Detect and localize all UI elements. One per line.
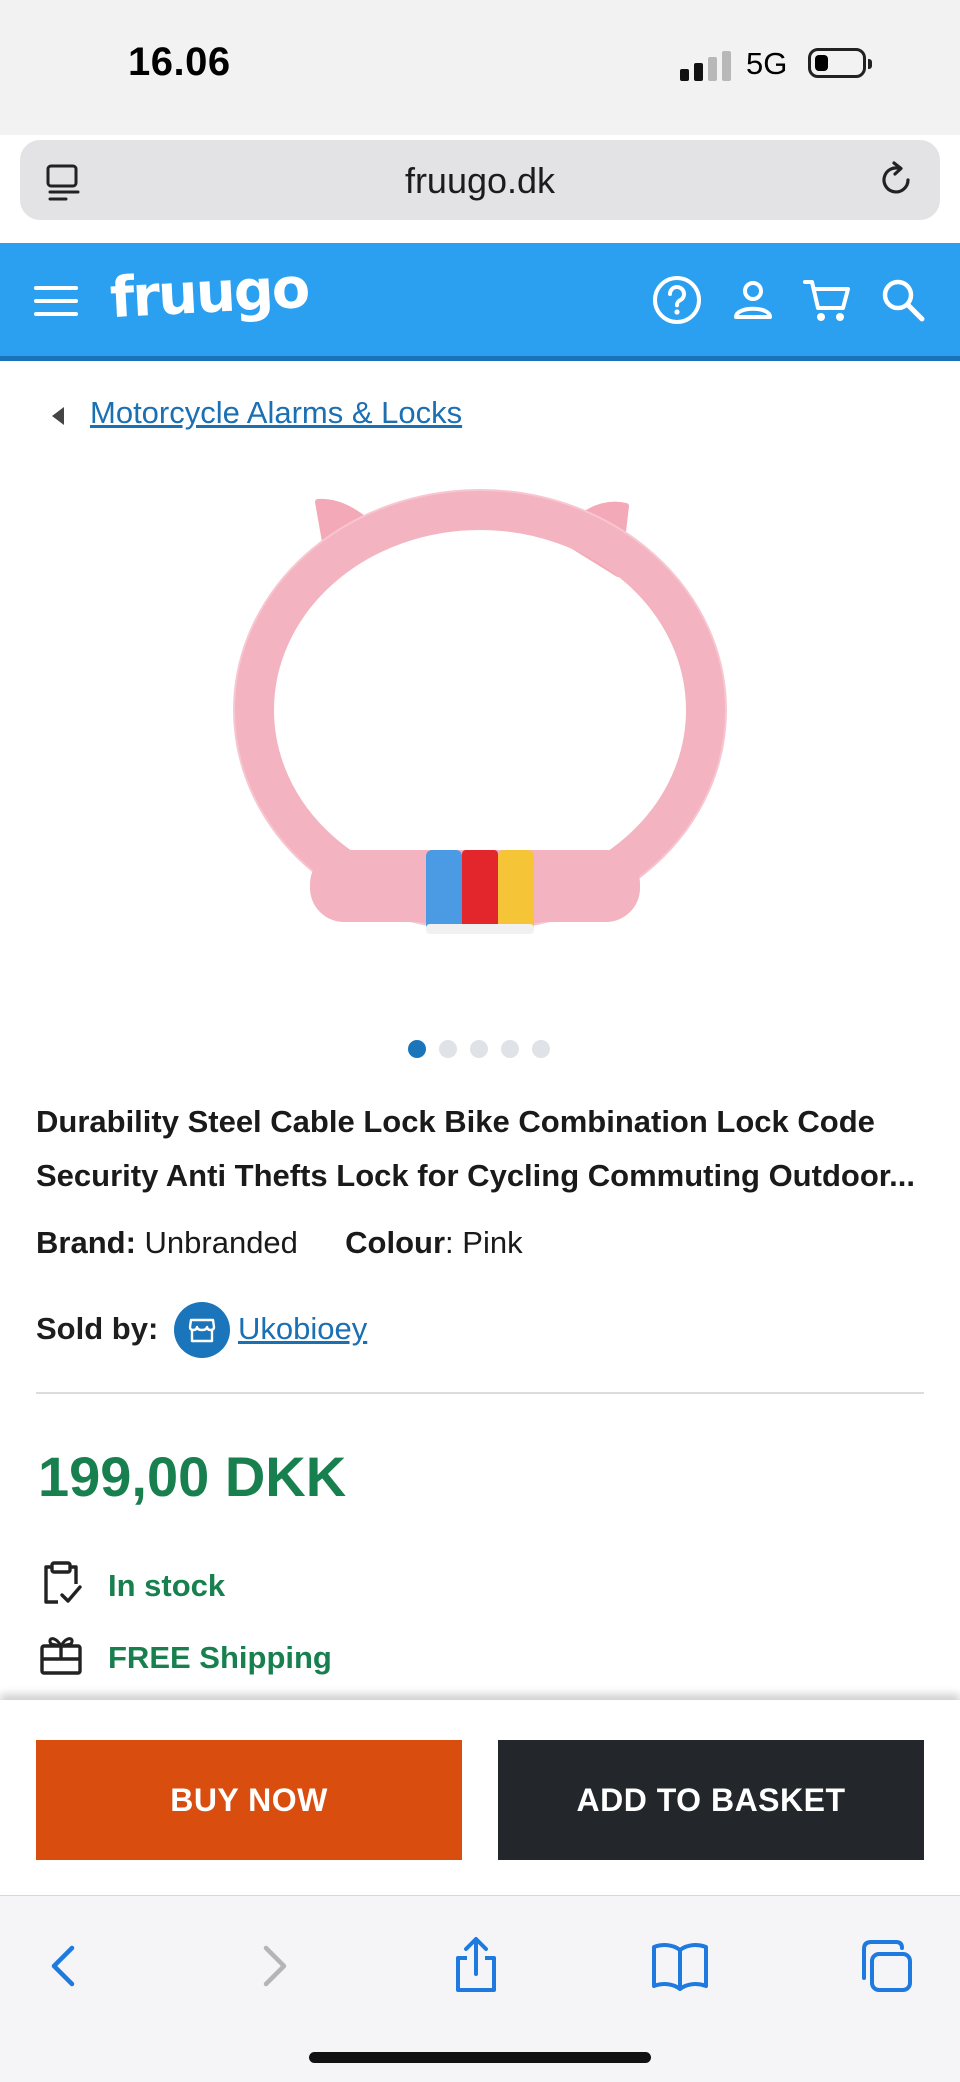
gift-icon [40,1637,82,1675]
sold-by-label: Sold by: [36,1311,159,1346]
product-title: Durability Steel Cable Lock Bike Combina… [36,1104,915,1193]
account-icon[interactable] [726,273,780,327]
product-image[interactable] [200,470,760,970]
image-carousel-dots [408,1040,568,1060]
divider [36,1392,924,1394]
share-icon[interactable] [446,1936,506,1996]
network-type: 5G [746,46,788,81]
colour-value: Pink [462,1225,523,1260]
cart-icon[interactable] [800,273,854,327]
browser-toolbar [0,1895,960,2082]
breadcrumb-link[interactable]: Motorcycle Alarms & Locks [90,395,462,431]
carousel-dot[interactable] [439,1040,457,1058]
stock-text: In stock [108,1568,226,1603]
product-specs: Brand: Unbranded Colour: Pink [36,1225,523,1260]
add-to-basket-button[interactable]: ADD TO BASKET [498,1740,924,1860]
address-bar[interactable]: fruugo.dk [20,140,940,220]
back-arrow-icon[interactable] [52,407,64,425]
carousel-dot[interactable] [470,1040,488,1058]
store-icon[interactable] [174,1302,230,1358]
brand-label: Brand: [36,1225,136,1260]
fruugo-logo[interactable]: fruugo [108,256,309,331]
back-icon[interactable] [34,1936,94,1996]
carousel-dot[interactable] [501,1040,519,1058]
status-time: 16.06 [128,40,231,84]
bookmarks-icon[interactable] [650,1936,710,1996]
shipping-text: FREE Shipping [108,1640,332,1675]
tabs-icon[interactable] [856,1936,916,1996]
help-icon[interactable] [650,273,704,327]
reload-icon[interactable] [874,158,918,202]
menu-icon[interactable] [34,283,78,319]
status-bar: 16.06 5G [0,0,960,135]
signal-icon [680,51,732,81]
sticky-action-bar: BUY NOW ADD TO BASKET [0,1700,960,1895]
seller-link[interactable]: Ukobioey [238,1311,367,1347]
colour-label: Colour [345,1225,446,1260]
product-price: 199,00 DKK [38,1445,347,1508]
brand-value: Unbranded [144,1225,298,1260]
buy-now-button[interactable]: BUY NOW [36,1740,462,1860]
search-icon[interactable] [876,273,930,327]
carousel-dot[interactable] [532,1040,550,1058]
carousel-dot[interactable] [408,1040,426,1058]
forward-icon[interactable] [244,1936,304,1996]
battery-icon [808,48,872,78]
url-text[interactable]: fruugo.dk [20,160,940,202]
site-header: fruugo [0,243,960,361]
clipboard-check-icon [44,1561,82,1604]
home-indicator[interactable] [309,2052,651,2063]
